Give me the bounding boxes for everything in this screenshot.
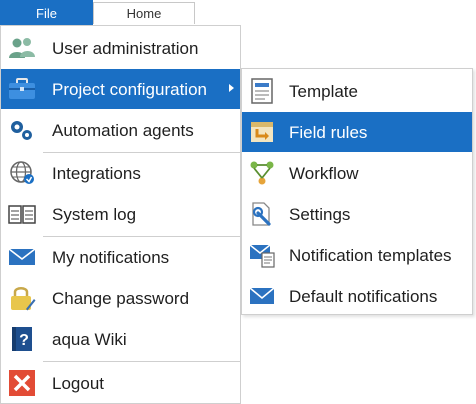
users-icon xyxy=(8,35,36,61)
menu-item-label: My notifications xyxy=(52,248,170,267)
menu-item-label: Change password xyxy=(52,289,190,308)
submenu-item-label: Default notifications xyxy=(289,287,438,306)
svg-text:?: ? xyxy=(19,332,29,349)
tab-home[interactable]: Home xyxy=(93,2,195,24)
submenu-item-label: Notification templates xyxy=(289,246,452,265)
menu-item-integrations[interactable]: Integrations xyxy=(1,153,240,193)
menu-item-aqua-wiki[interactable]: ? aqua Wiki xyxy=(1,319,240,359)
menu-item-label: Logout xyxy=(52,374,104,393)
menu-item-automation-agents[interactable]: Automation agents xyxy=(1,110,240,150)
globe-icon xyxy=(8,160,36,186)
menu-item-label: User administration xyxy=(52,39,199,58)
gears-icon xyxy=(8,117,36,143)
menu-item-system-log[interactable]: System log xyxy=(1,194,240,234)
menu-item-project-configuration[interactable]: Project configuration xyxy=(1,69,240,109)
submenu-arrow-icon xyxy=(229,84,234,92)
help-book-icon: ? xyxy=(8,326,36,352)
lock-icon xyxy=(8,285,36,311)
menu-item-label: aqua Wiki xyxy=(52,330,127,349)
menu-item-my-notifications[interactable]: My notifications xyxy=(1,237,240,277)
submenu-item-field-rules[interactable]: Field rules xyxy=(242,112,472,152)
logout-icon xyxy=(8,370,36,396)
notification-template-icon xyxy=(248,242,276,268)
project-configuration-submenu: Template Field rules Workflow Settings N… xyxy=(241,68,473,315)
menu-item-user-administration[interactable]: User administration xyxy=(1,28,240,68)
menu-item-label: Integrations xyxy=(52,164,141,183)
briefcase-icon xyxy=(8,76,36,102)
workflow-icon xyxy=(248,160,276,186)
submenu-item-label: Template xyxy=(289,82,358,101)
tab-file[interactable]: File xyxy=(0,0,93,26)
submenu-item-label: Workflow xyxy=(289,164,359,183)
submenu-item-template[interactable]: Template xyxy=(242,71,472,111)
submenu-item-label: Settings xyxy=(289,205,351,224)
menu-item-label: Project configuration xyxy=(52,80,207,99)
submenu-item-workflow[interactable]: Workflow xyxy=(242,153,472,193)
envelope-icon xyxy=(8,244,36,270)
envelope-icon xyxy=(248,283,276,309)
submenu-item-label: Field rules xyxy=(289,123,368,142)
book-icon xyxy=(8,201,36,227)
menu-item-logout[interactable]: Logout xyxy=(1,363,240,403)
submenu-item-notification-templates[interactable]: Notification templates xyxy=(242,235,472,275)
menu-item-label: System log xyxy=(52,205,137,224)
submenu-item-settings[interactable]: Settings xyxy=(242,194,472,234)
file-menu: User administration Project configuratio… xyxy=(0,25,241,404)
template-icon xyxy=(248,78,276,104)
menu-item-change-password[interactable]: Change password xyxy=(1,278,240,318)
ribbon-tabs: File Home xyxy=(0,0,476,26)
field-rules-icon xyxy=(248,119,276,145)
menu-separator xyxy=(43,361,240,362)
submenu-item-default-notifications[interactable]: Default notifications xyxy=(242,276,472,316)
settings-icon xyxy=(248,201,276,227)
menu-item-label: Automation agents xyxy=(52,121,194,140)
